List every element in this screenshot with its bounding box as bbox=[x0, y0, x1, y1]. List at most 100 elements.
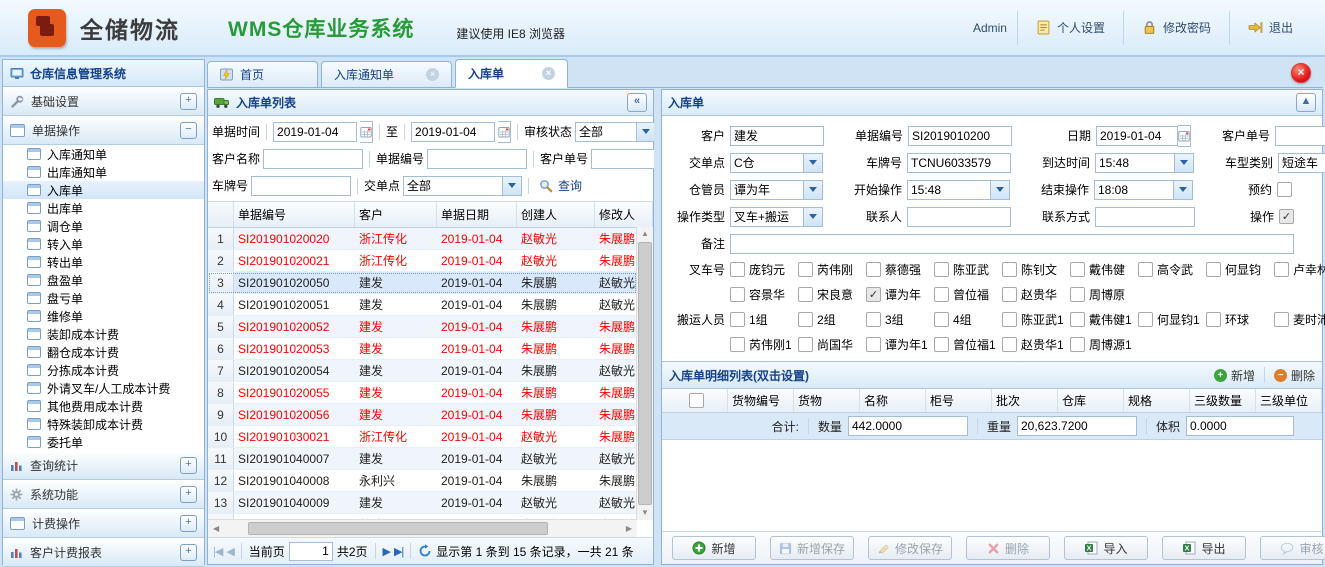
forklift-option[interactable]: 何显钧 bbox=[1206, 261, 1268, 278]
sidebar-menu-item[interactable]: 委托单 bbox=[3, 433, 204, 451]
detail-column-header[interactable]: 名称 bbox=[860, 389, 926, 412]
customer-input[interactable] bbox=[730, 126, 824, 146]
remark-input[interactable] bbox=[730, 234, 1294, 254]
porter-option[interactable]: 尚国华 bbox=[798, 336, 860, 353]
vertical-scrollbar[interactable]: ▲ ▼ bbox=[636, 227, 653, 520]
forklift-checkbox[interactable] bbox=[1002, 262, 1017, 277]
table-row[interactable]: 11 SI201901040007 建发 2019-01-04 赵敏光 赵敏光 bbox=[208, 448, 637, 470]
delivery-point-value[interactable] bbox=[403, 176, 502, 196]
change-password-button[interactable]: 修改密码 bbox=[1124, 19, 1229, 36]
arrival-time-select[interactable] bbox=[1095, 153, 1194, 173]
forklift-option[interactable]: 庞钧元 bbox=[730, 261, 792, 278]
calendar-icon[interactable] bbox=[1178, 125, 1191, 147]
chevron-down-icon[interactable] bbox=[1173, 180, 1193, 200]
forklift-checkbox[interactable] bbox=[730, 287, 745, 302]
column-header[interactable]: 创建人 bbox=[517, 202, 595, 227]
forklift-option[interactable]: 芮伟刚 bbox=[798, 261, 860, 278]
scroll-down-icon[interactable]: ▼ bbox=[641, 506, 649, 520]
porter-option[interactable]: 芮伟刚1 bbox=[730, 336, 792, 353]
search-button[interactable]: 查询 bbox=[539, 177, 582, 194]
tab-close-icon[interactable]: × bbox=[426, 68, 439, 81]
calendar-icon[interactable] bbox=[498, 121, 511, 143]
doc-no-input[interactable] bbox=[427, 149, 527, 169]
audit-status-select[interactable] bbox=[575, 122, 656, 142]
column-header[interactable]: 单据编号 bbox=[234, 202, 355, 227]
chevron-down-icon[interactable] bbox=[502, 176, 522, 196]
delivery-point-select[interactable] bbox=[403, 176, 522, 196]
table-row[interactable]: 2 SI201901020021 浙江传化 2019-01-04 赵敏光 朱展鹏 bbox=[208, 250, 637, 272]
forklift-option[interactable]: 戴伟健 bbox=[1070, 261, 1132, 278]
detail-column-header[interactable]: 货物编号 bbox=[728, 389, 794, 412]
customer-name-input[interactable] bbox=[263, 149, 363, 169]
op-type-value[interactable] bbox=[730, 207, 803, 227]
sidebar-menu-item[interactable]: 调仓单 bbox=[3, 217, 204, 235]
porter-checkbox[interactable] bbox=[866, 337, 881, 352]
sidebar-menu-item[interactable]: 盘亏单 bbox=[3, 289, 204, 307]
table-row[interactable]: 10 SI201901030021 浙江传化 2019-01-04 赵敏光 朱展… bbox=[208, 426, 637, 448]
sidebar-menu-item[interactable]: 特殊装卸成本计费 bbox=[3, 415, 204, 433]
detail-column-header[interactable]: 规格 bbox=[1124, 389, 1190, 412]
audit-button[interactable]: 审核 bbox=[1260, 536, 1325, 560]
detail-column-header[interactable]: 货物 bbox=[794, 389, 860, 412]
porter-checkbox[interactable] bbox=[1002, 312, 1017, 327]
weight-total-input[interactable] bbox=[1017, 416, 1137, 436]
sidebar-menu-item[interactable]: 翻仓成本计费 bbox=[3, 343, 204, 361]
table-row[interactable]: 4 SI201901020051 建发 2019-01-04 朱展鹏 赵敏光 bbox=[208, 294, 637, 316]
sidebar-menu-item[interactable]: 出库通知单 bbox=[3, 163, 204, 181]
porter-checkbox[interactable] bbox=[866, 312, 881, 327]
sidebar-menu-item[interactable]: 转出单 bbox=[3, 253, 204, 271]
volume-total-input[interactable] bbox=[1186, 416, 1294, 436]
export-button[interactable]: X 导出 bbox=[1162, 536, 1246, 560]
porter-option[interactable]: 谭为年1 bbox=[866, 336, 928, 353]
porter-checkbox[interactable] bbox=[1070, 312, 1085, 327]
last-page-icon[interactable]: ▶| bbox=[394, 545, 403, 558]
forklift-option[interactable]: 陈钊文 bbox=[1002, 261, 1064, 278]
prev-page-icon[interactable]: ◀ bbox=[226, 545, 233, 558]
forklift-checkbox[interactable] bbox=[1274, 262, 1289, 277]
sidebar-section-billing[interactable]: 计费操作 + bbox=[3, 509, 204, 538]
sidebar-section-basic-settings[interactable]: 基础设置 + bbox=[3, 87, 204, 116]
forklift-option[interactable]: 蔡德强 bbox=[866, 261, 928, 278]
close-all-button[interactable]: × bbox=[1291, 63, 1311, 83]
table-row[interactable]: 8 SI201901020055 建发 2019-01-04 朱展鹏 朱展鹏 bbox=[208, 382, 637, 404]
sidebar-menu-item[interactable]: 分拣成本计费 bbox=[3, 361, 204, 379]
table-row[interactable]: 9 SI201901020056 建发 2019-01-04 朱展鹏 朱展鹏 bbox=[208, 404, 637, 426]
date-from-input[interactable] bbox=[273, 122, 357, 142]
forklift-checkbox[interactable] bbox=[1206, 262, 1221, 277]
collapse-up-icon[interactable]: ▲ bbox=[1296, 93, 1316, 112]
detail-delete-button[interactable]: − 删除 bbox=[1274, 367, 1315, 384]
scroll-left-icon[interactable]: ◀ bbox=[210, 524, 222, 533]
forklift-option[interactable]: 容景华 bbox=[730, 286, 792, 303]
start-op-value[interactable] bbox=[907, 180, 990, 200]
porter-option[interactable]: 环球 bbox=[1206, 311, 1268, 328]
expand-icon[interactable]: + bbox=[180, 93, 197, 110]
edit-save-button[interactable]: 修改保存 bbox=[868, 536, 952, 560]
sidebar-menu-item[interactable]: 装卸成本计费 bbox=[3, 325, 204, 343]
table-row[interactable]: 6 SI201901020053 建发 2019-01-04 朱展鹏 朱展鹏 bbox=[208, 338, 637, 360]
detail-column-header[interactable]: 批次 bbox=[992, 389, 1058, 412]
porter-checkbox[interactable] bbox=[1206, 312, 1221, 327]
column-header[interactable]: 单据日期 bbox=[437, 202, 517, 227]
scrollbar-thumb[interactable] bbox=[248, 522, 548, 535]
porter-checkbox[interactable] bbox=[730, 337, 745, 352]
add-save-button[interactable]: 新增保存 bbox=[770, 536, 854, 560]
porter-option[interactable]: 赵贵华1 bbox=[1002, 336, 1064, 353]
forklift-option[interactable]: 曾位福 bbox=[934, 286, 996, 303]
porter-checkbox[interactable] bbox=[798, 337, 813, 352]
arrival-time-value[interactable] bbox=[1095, 153, 1174, 173]
operate-checkbox[interactable] bbox=[1279, 209, 1294, 224]
porter-option[interactable]: 麦时沛1 bbox=[1274, 311, 1325, 328]
plate-input[interactable] bbox=[251, 176, 351, 196]
select-all-checkbox[interactable] bbox=[689, 393, 704, 408]
delivery-point-select[interactable] bbox=[730, 153, 823, 173]
porter-option[interactable]: 4组 bbox=[934, 311, 996, 328]
contact-way-input[interactable] bbox=[1095, 207, 1195, 227]
expand-icon[interactable]: + bbox=[180, 457, 197, 474]
sidebar-menu-item[interactable]: 入库单 bbox=[3, 181, 204, 199]
sidebar-section-query-stats[interactable]: 查询统计 + bbox=[3, 451, 204, 480]
porter-checkbox[interactable] bbox=[1002, 337, 1017, 352]
end-op-select[interactable] bbox=[1094, 180, 1193, 200]
doc-no-input[interactable] bbox=[908, 126, 1012, 146]
chevron-down-icon[interactable] bbox=[803, 153, 823, 173]
sidebar-menu-item[interactable]: 出库单 bbox=[3, 199, 204, 217]
